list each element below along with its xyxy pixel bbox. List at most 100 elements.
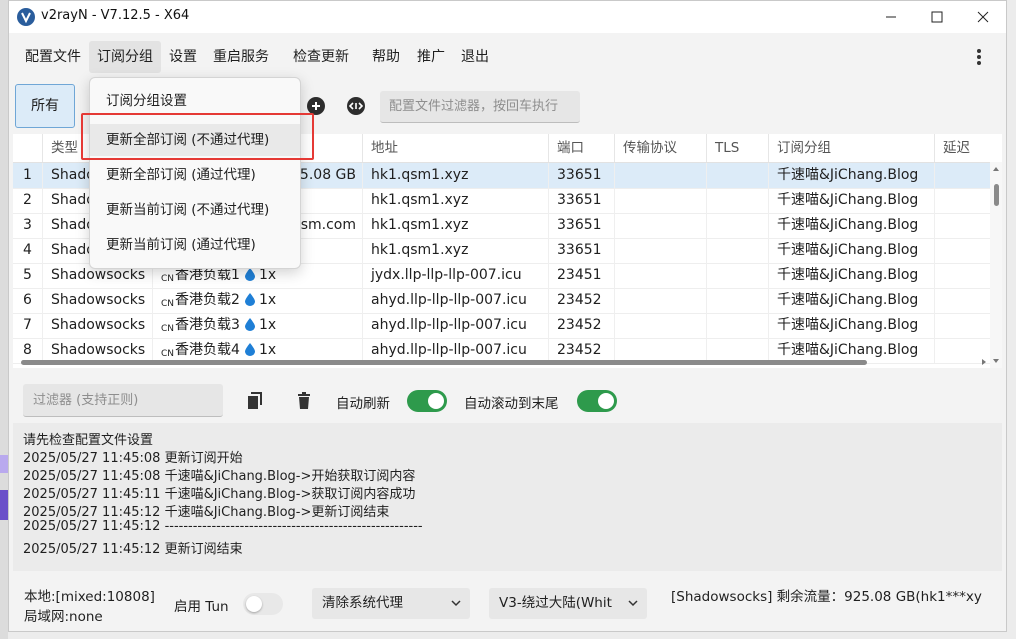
column-subscription-group[interactable]: 订阅分组 <box>769 134 935 162</box>
log-line: 2025/05/27 11:45:08 千速喵&JiChang.Blog->开始… <box>23 469 416 484</box>
log-line: 2025/05/27 11:45:12 更新订阅结束 <box>23 542 243 557</box>
cell-group: 千速喵&JiChang.Blog <box>769 213 935 238</box>
table-row[interactable]: 6 Shadowsocks CN香港负载2 1x ahyd.llp-llp-llp-00… <box>13 288 1002 314</box>
scroll-up-icon[interactable] <box>990 164 1002 174</box>
menu-help[interactable]: 帮助 <box>364 41 408 73</box>
cell-idx: 3 <box>13 213 43 238</box>
country-flag-label: CN <box>161 299 175 309</box>
table-row[interactable]: 7 Shadowsocks CN香港负载3 1x ahyd.llp-llp-llp-00… <box>13 313 1002 339</box>
auto-scroll-label: 自动滚动到末尾 <box>464 396 559 412</box>
menu-item-update-all-proxy[interactable]: 更新全部订阅 (通过代理) <box>90 159 300 191</box>
column-latency[interactable]: 延迟 (ms) <box>935 134 1002 184</box>
cell-address: hk1.qsm1.xyz <box>363 213 549 238</box>
menu-item-update-current-proxy[interactable]: 更新当前订阅 (通过代理) <box>90 229 300 261</box>
column-port[interactable]: 端口 <box>549 134 615 162</box>
column-address[interactable]: 地址 <box>363 134 549 162</box>
auto-refresh-toggle[interactable] <box>407 390 447 412</box>
tab-all-groups[interactable]: 所有 <box>15 84 75 128</box>
table-horizontal-scrollbar[interactable] <box>13 357 989 367</box>
remarks-text: 香港负载4 <box>175 342 240 358</box>
cell-address: ahyd.llp-llp-llp-007.icu <box>363 313 549 338</box>
column-tls[interactable]: TLS <box>707 134 769 162</box>
cell-port: 23452 <box>549 288 615 313</box>
log-line: 2025/05/27 11:45:12 --------------------… <box>23 519 423 534</box>
cell-network <box>615 163 707 188</box>
cell-network <box>615 288 707 313</box>
desktop-decor <box>0 490 8 520</box>
copy-icon[interactable] <box>247 392 263 410</box>
cell-group: 千速喵&JiChang.Blog <box>769 313 935 338</box>
title-bar: v2rayN - V7.12.5 - X64 <box>9 1 1006 33</box>
desktop-background <box>0 0 8 639</box>
menu-promotion[interactable]: 推广 <box>409 41 453 73</box>
log-line: 2025/05/27 11:45:11 千速喵&JiChang.Blog->获取… <box>23 487 416 502</box>
horizontal-scroll-thumb[interactable] <box>21 360 867 365</box>
highlight-annotation-box <box>81 113 314 160</box>
cell-tls <box>707 313 769 338</box>
column-index <box>13 134 43 162</box>
trash-icon[interactable] <box>296 392 312 410</box>
cell-port: 23451 <box>549 263 615 288</box>
routing-value: V3-绕过大陆(Whit <box>499 595 612 611</box>
cell-network <box>615 213 707 238</box>
minimize-button[interactable] <box>868 1 914 33</box>
cell-address: ahyd.llp-llp-llp-007.icu <box>363 288 549 313</box>
menu-exit[interactable]: 退出 <box>453 41 497 73</box>
remarks-text: 香港负载1 <box>175 267 240 283</box>
log-output[interactable]: 请先检查配置文件设置 2025/05/27 11:45:08 更新订阅开始 20… <box>13 423 1002 571</box>
maximize-icon <box>931 11 943 23</box>
profile-filter-input[interactable]: 配置文件过滤器，按回车执行 <box>380 91 580 123</box>
country-flag-label: CN <box>161 324 175 334</box>
system-proxy-select[interactable]: 清除系统代理 <box>312 588 470 619</box>
menu-bar: 配置文件 订阅分组 设置 重启服务 检查更新 帮助 推广 退出 <box>9 41 1006 73</box>
scroll-right-icon[interactable] <box>979 357 989 367</box>
auto-scroll-toggle[interactable] <box>577 390 617 412</box>
cell-group: 千速喵&JiChang.Blog <box>769 288 935 313</box>
cell-group: 千速喵&JiChang.Blog <box>769 263 935 288</box>
column-network[interactable]: 传输协议 <box>615 134 707 162</box>
tun-toggle[interactable] <box>243 593 283 615</box>
maximize-button[interactable] <box>914 1 960 33</box>
cell-idx: 4 <box>13 238 43 263</box>
vertical-scroll-thumb[interactable] <box>994 184 999 206</box>
table-vertical-scrollbar[interactable] <box>990 162 1002 368</box>
routing-select[interactable]: V3-绕过大陆(Whit <box>489 588 647 619</box>
tun-label: 启用 Tun <box>174 599 229 615</box>
scroll-down-icon[interactable] <box>990 356 1002 366</box>
multiplier-text: 1x <box>258 342 277 358</box>
menu-profiles[interactable]: 配置文件 <box>17 41 89 73</box>
cell-network <box>615 188 707 213</box>
cell-tls <box>707 188 769 213</box>
cell-idx: 2 <box>13 188 43 213</box>
multiplier-text: 1x <box>258 292 277 308</box>
cell-idx: 6 <box>13 288 43 313</box>
cell-address: hk1.qsm1.xyz <box>363 163 549 188</box>
cell-group: 千速喵&JiChang.Blog <box>769 163 935 188</box>
menu-subscription-group[interactable]: 订阅分组 <box>89 41 161 73</box>
log-line: 请先检查配置文件设置 <box>23 433 154 448</box>
auto-refresh-label: 自动刷新 <box>336 396 390 412</box>
multiplier-text: 1x <box>258 267 277 283</box>
close-icon <box>977 11 989 23</box>
cell-remarks: CN香港负载3 1x <box>153 313 363 338</box>
minimize-icon <box>886 16 896 18</box>
chevron-down-icon <box>628 600 638 607</box>
multiplier-text: 1x <box>258 317 277 333</box>
menu-check-update[interactable]: 检查更新 <box>285 41 357 73</box>
more-options-icon[interactable] <box>968 47 988 67</box>
cell-group: 千速喵&JiChang.Blog <box>769 188 935 213</box>
menu-restart-service[interactable]: 重启服务 <box>205 41 277 73</box>
close-button[interactable] <box>960 1 1006 33</box>
cell-type: Shadowsocks <box>43 313 153 338</box>
cell-remarks: CN香港负载2 1x <box>153 288 363 313</box>
cell-port: 23452 <box>549 313 615 338</box>
cell-port: 33651 <box>549 188 615 213</box>
log-filter-input[interactable]: 过滤器 (支持正则) <box>23 384 223 417</box>
cell-tls <box>707 238 769 263</box>
cell-group: 千速喵&JiChang.Blog <box>769 238 935 263</box>
water-drop-icon <box>244 293 255 306</box>
menu-item-update-current-no-proxy[interactable]: 更新当前订阅 (不通过代理) <box>90 194 300 226</box>
move-icon[interactable] <box>347 97 365 115</box>
menu-settings[interactable]: 设置 <box>161 41 205 73</box>
cell-port: 33651 <box>549 213 615 238</box>
